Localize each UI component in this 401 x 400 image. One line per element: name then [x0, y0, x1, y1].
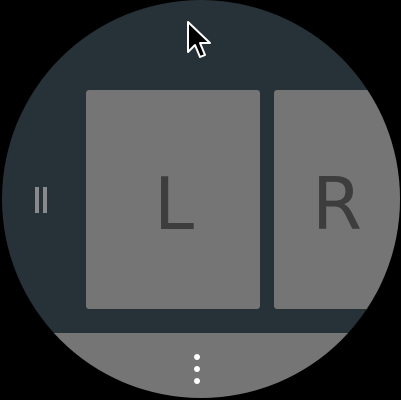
pause-icon: [35, 187, 39, 213]
mouse-pointer-icon: [187, 21, 211, 58]
dot-top: [194, 354, 200, 360]
more-vertical-icon[interactable]: [190, 354, 204, 384]
left-key-button[interactable]: L: [86, 90, 260, 309]
pause-button[interactable]: [26, 178, 56, 222]
pause-icon-bar: [43, 187, 47, 213]
dot-bottom: [194, 378, 200, 384]
right-key-button[interactable]: R: [274, 90, 400, 309]
dot-middle: [194, 366, 200, 372]
left-key-label: L: [154, 162, 195, 246]
right-key-label: R: [312, 162, 363, 246]
